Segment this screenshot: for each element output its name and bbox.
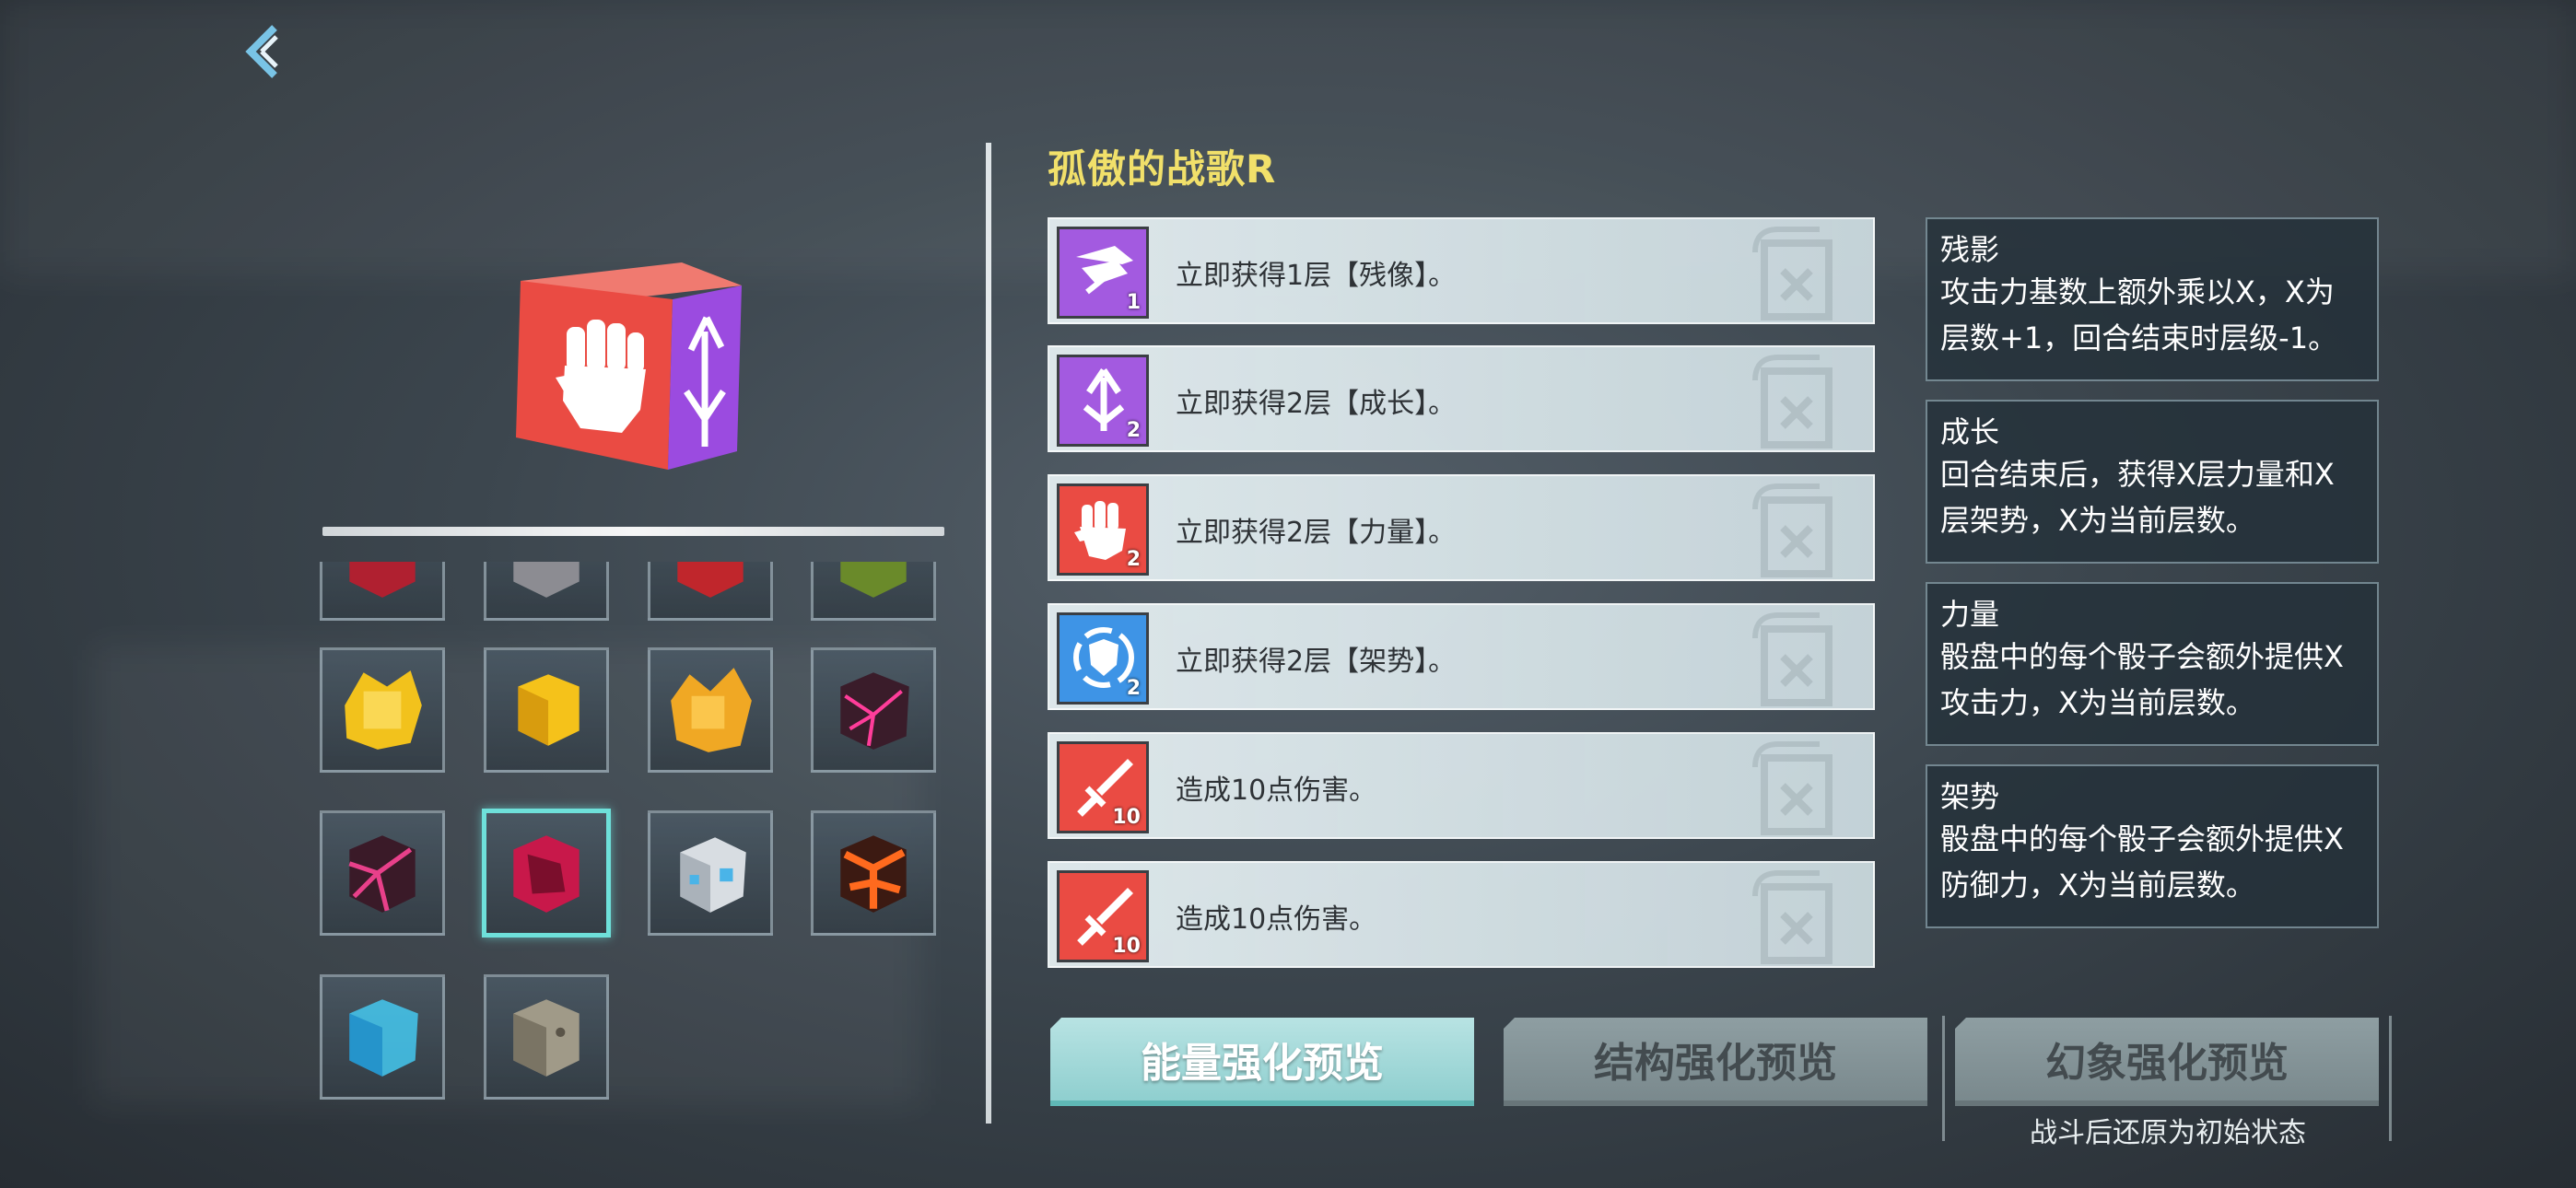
keyword-name: 架势 (1940, 779, 2000, 814)
fist-icon: 2 (1057, 483, 1149, 576)
keyword-box-stance: 架势 骰盘中的每个骰子会额外提供X 防御力，X为当前层数。 (1926, 764, 2379, 928)
effect-text: 造成10点伤害。 (1176, 903, 1377, 936)
dice-stone[interactable] (484, 974, 609, 1100)
keyword-name: 残影 (1940, 232, 2000, 267)
sword-icon: 10 (1057, 741, 1149, 833)
effect-text: 立即获得2层【架势】。 (1176, 646, 1457, 678)
shield-icon: 2 (1057, 612, 1149, 705)
panel-divider (986, 143, 991, 1124)
keyword-desc-line: 防御力，X为当前层数。 (1940, 868, 2255, 903)
keyword-box-afterimage: 残影 攻击力基数上额外乘以X，X为 层数+1，回合结束时层级-1。 (1926, 217, 2379, 381)
card-watermark-icon (1752, 870, 1832, 964)
keyword-desc-line: 攻击力，X为当前层数。 (1940, 685, 2255, 720)
back-arrow-icon (245, 25, 278, 78)
dice-dark-pink[interactable] (811, 647, 936, 773)
effect-row-damage-2: 10 造成10点伤害。 (1048, 861, 1875, 968)
keyword-desc-line: 回合结束后，获得X层力量和X (1940, 457, 2335, 492)
dice-magenta-crack[interactable] (320, 810, 445, 936)
card-watermark-icon (1752, 483, 1832, 577)
tab-structure-enhance-preview[interactable]: 结构强化预览 (1504, 1018, 1927, 1106)
dice-title: 孤傲的战歌R (1048, 146, 1277, 192)
dice-partial-1[interactable] (320, 562, 445, 621)
tab-energy-enhance-preview[interactable]: 能量强化预览 (1050, 1018, 1474, 1106)
keyword-desc-line: 层数+1，回合结束时层级-1。 (1940, 320, 2338, 355)
effect-row-damage-1: 10 造成10点伤害。 (1048, 732, 1875, 839)
back-button[interactable] (241, 20, 297, 85)
dice-ice[interactable] (320, 974, 445, 1100)
dice-gold-smooth[interactable] (484, 647, 609, 773)
keyword-name: 成长 (1940, 414, 2000, 449)
effect-row-afterimage: 1 立即获得1层【残像】。 (1048, 217, 1875, 324)
dice-partial-4[interactable] (811, 562, 936, 621)
dice-collection-grid[interactable] (318, 562, 944, 1114)
effect-text: 造成10点伤害。 (1176, 775, 1377, 807)
dice-lava[interactable] (811, 810, 936, 936)
afterimage-icon: 1 (1057, 227, 1149, 319)
sword-icon: 10 (1057, 870, 1149, 962)
keyword-desc-line: 骰盘中的每个骰子会额外提供X (1940, 639, 2344, 674)
card-watermark-icon (1752, 227, 1832, 320)
collection-divider-bar (322, 527, 944, 536)
keyword-desc-line: 骰盘中的每个骰子会额外提供X (1940, 821, 2344, 856)
dice-gold-spiky[interactable] (648, 647, 773, 773)
effect-row-strength: 2 立即获得2层【力量】。 (1048, 474, 1875, 581)
card-watermark-icon (1752, 355, 1832, 448)
keyword-name: 力量 (1940, 597, 2000, 632)
growth-icon: 2 (1057, 355, 1149, 447)
dice-gold-crystal[interactable] (320, 647, 445, 773)
keyword-desc-line: 层架势，X为当前层数。 (1940, 503, 2255, 538)
effect-text: 立即获得2层【力量】。 (1176, 517, 1457, 549)
restore-note: 战斗后还原为初始状态 (2030, 1117, 2306, 1149)
effect-text: 立即获得2层【成长】。 (1176, 388, 1457, 420)
tab-illusion-enhance-preview[interactable]: 幻象强化预览 (1955, 1018, 2379, 1106)
effect-row-stance: 2 立即获得2层【架势】。 (1048, 603, 1875, 710)
card-watermark-icon (1752, 741, 1832, 835)
keyword-desc-line: 攻击力基数上额外乘以X，X为 (1940, 274, 2335, 309)
dice-white[interactable] (648, 810, 773, 936)
keyword-box-strength: 力量 骰盘中的每个骰子会额外提供X 攻击力，X为当前层数。 (1926, 582, 2379, 746)
card-watermark-icon (1752, 612, 1832, 706)
effect-row-growth: 2 立即获得2层【成长】。 (1048, 345, 1875, 452)
dice-partial-3[interactable] (648, 562, 773, 621)
effect-text: 立即获得1层【残像】。 (1176, 260, 1457, 292)
dice-crimson[interactable] (482, 809, 611, 938)
dice-partial-2[interactable] (484, 562, 609, 621)
keyword-box-growth: 成长 回合结束后，获得X层力量和X 层架势，X为当前层数。 (1926, 400, 2379, 564)
dice-preview (502, 262, 760, 483)
